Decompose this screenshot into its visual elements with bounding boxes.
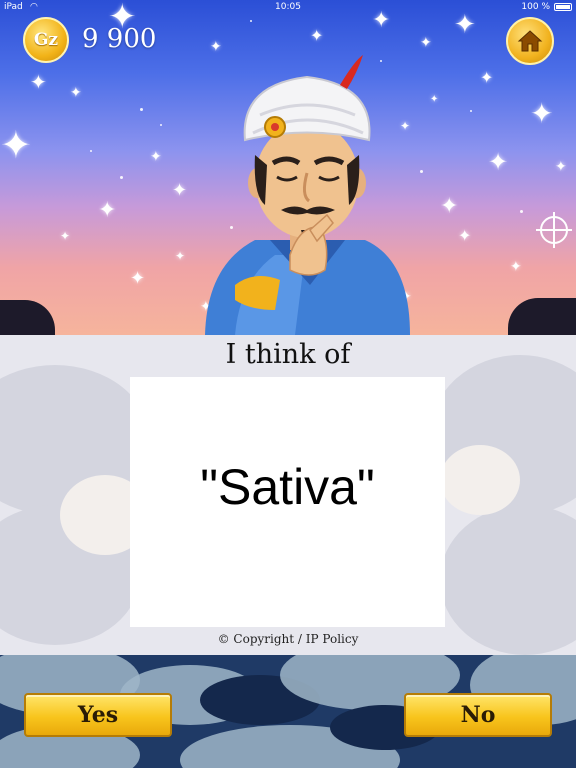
home-icon <box>517 30 543 52</box>
sparkle-dust <box>120 176 123 179</box>
sparkle-icon: ✦ <box>430 94 439 105</box>
answer-card: "Sativa" <box>130 377 445 627</box>
sparkle-icon: ✦ <box>458 226 472 245</box>
sparkle-icon: ✦ <box>150 149 162 165</box>
sparkle-icon: ✦ <box>310 26 324 45</box>
no-button[interactable]: No <box>404 693 552 737</box>
sparkle-icon: ✦ <box>70 85 82 101</box>
sparkle-dust <box>140 108 143 111</box>
sparkle-icon: ✦ <box>420 35 432 51</box>
rock-silhouette <box>508 298 576 335</box>
battery-percent: 100 % <box>521 2 550 12</box>
sparkle-dust <box>470 110 472 112</box>
genie-illustration <box>205 55 410 335</box>
status-time: 10:05 <box>275 2 301 12</box>
coin-icon: Gz <box>23 17 69 63</box>
sparkle-icon: ✦ <box>210 39 222 55</box>
yes-button[interactable]: Yes <box>24 693 172 737</box>
sparkle-icon: ✦ <box>172 180 188 201</box>
sparkle-icon: ✦ <box>175 249 186 263</box>
answer-text: "Sativa" <box>200 459 375 515</box>
sparkle-icon: ✦ <box>98 198 117 223</box>
coin-symbol: Gz <box>33 30 59 50</box>
sparkle-icon: ✦ <box>60 229 71 243</box>
rock-silhouette <box>0 300 55 335</box>
bottom-bar: Yes No <box>0 655 576 768</box>
sparkle-dust <box>520 210 523 213</box>
sparkle-dust <box>250 20 252 22</box>
sparkle-icon: ✦ <box>488 148 509 176</box>
sparkle-icon: ✦ <box>30 70 47 94</box>
crosshair-icon <box>536 212 572 248</box>
result-panel: I think of "Sativa" © Copyright / IP Pol… <box>0 335 576 655</box>
sparkle-icon: ✦ <box>454 10 476 40</box>
home-button[interactable] <box>506 17 554 65</box>
sparkle-dust <box>160 124 162 126</box>
sparkle-icon: ✦ <box>555 159 567 175</box>
sparkle-icon: ✦ <box>0 123 32 167</box>
result-heading: I think of <box>225 339 351 370</box>
sparkle-icon: ✦ <box>480 68 494 87</box>
coin-count: 9 900 <box>82 24 157 54</box>
sparkle-icon: ✦ <box>440 194 459 219</box>
sparkle-icon: ✦ <box>530 97 554 130</box>
cloud-shape <box>440 445 520 515</box>
status-bar: iPad ◠ 10:05 100 % <box>0 0 576 14</box>
sparkle-icon: ✦ <box>130 268 146 289</box>
sparkle-dust <box>90 150 92 152</box>
sparkle-icon: ✦ <box>510 259 522 275</box>
copyright-link[interactable]: © Copyright / IP Policy <box>0 632 576 646</box>
battery-icon <box>554 3 572 11</box>
